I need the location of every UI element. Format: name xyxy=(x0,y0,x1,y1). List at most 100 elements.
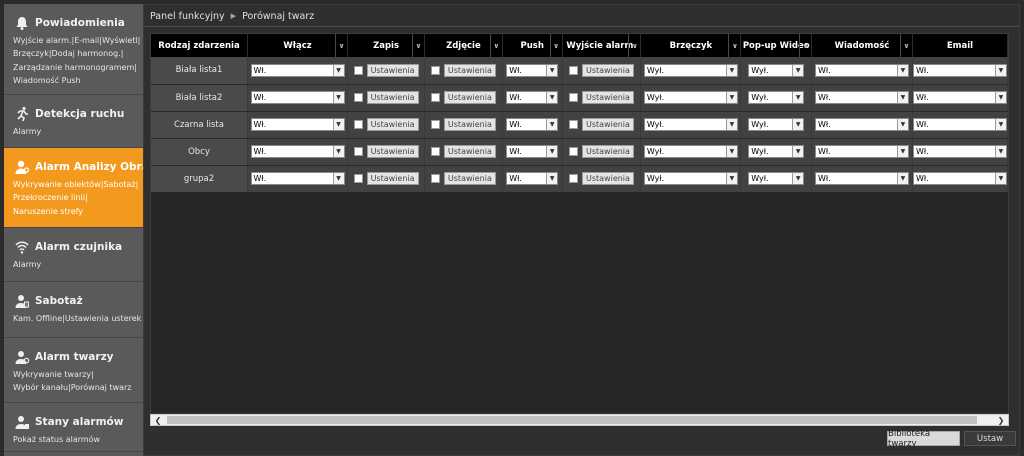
column-header[interactable]: Wyjście alarm. ∨ xyxy=(562,34,642,57)
message-select[interactable]: Wł. ▼ xyxy=(814,172,909,185)
column-header[interactable]: Pop-up Wideo ∨ xyxy=(740,34,812,57)
chevron-down-icon[interactable]: ∨ xyxy=(335,34,347,57)
sidebar-section-header[interactable]: Alarm Analizy Obrazu xyxy=(13,156,162,178)
chevron-down-icon[interactable]: ▼ xyxy=(792,64,804,76)
chevron-down-icon[interactable]: ▼ xyxy=(792,173,804,184)
sidebar-link[interactable]: Zarządzanie harmonogramem| xyxy=(13,61,141,74)
snapshot-settings-button[interactable]: Ustawienia xyxy=(443,145,496,158)
sidebar-section-2[interactable]: Detekcja ruchu Alarmy xyxy=(4,95,143,148)
sidebar-link[interactable]: Wykrywanie twarzy| xyxy=(13,368,141,381)
chevron-down-icon[interactable]: ▼ xyxy=(994,92,1006,103)
sidebar-section-6[interactable]: Alarm twarzy Wykrywanie twarzy| Wybór kana… xyxy=(4,338,143,403)
chevron-down-icon[interactable]: ▼ xyxy=(725,92,737,103)
face-library-button[interactable]: Biblioteka twarzy xyxy=(887,429,960,449)
scrollbar-thumb[interactable] xyxy=(167,416,977,424)
chevron-down-icon[interactable]: ▼ xyxy=(546,119,558,130)
sidebar-section-1[interactable]: Powiadomienia Wyjście alarm.|E-mail|Wyświ… xyxy=(4,4,143,95)
chevron-down-icon[interactable]: ▼ xyxy=(332,92,344,103)
chevron-down-icon[interactable]: ▼ xyxy=(896,92,908,103)
chevron-down-icon[interactable]: ▼ xyxy=(546,92,558,103)
alarm-out-settings-button[interactable]: Ustawienia xyxy=(581,118,634,131)
snapshot-settings-button[interactable]: Ustawienia xyxy=(443,91,496,104)
sidebar-link[interactable]: Wykrywanie obiektów|Sabotaż| xyxy=(13,178,141,191)
chevron-down-icon[interactable]: ∨ xyxy=(489,34,502,57)
scroll-right-icon[interactable]: ❯ xyxy=(994,415,1008,425)
record-checkbox[interactable] xyxy=(353,174,363,183)
alarm-out-checkbox[interactable] xyxy=(568,147,578,156)
sidebar-section-header[interactable]: Alarm czujnika xyxy=(13,236,122,258)
sidebar-section-7[interactable]: Stany alarmów Pokaż status alarmów xyxy=(4,403,143,452)
chevron-down-icon[interactable]: ∨ xyxy=(728,34,740,57)
column-header[interactable]: Push ∨ xyxy=(502,34,563,57)
chevron-down-icon[interactable]: ▼ xyxy=(725,146,737,157)
chevron-down-icon[interactable]: ▼ xyxy=(896,173,908,184)
chevron-down-icon[interactable]: ▼ xyxy=(792,92,804,103)
record-settings-button[interactable]: Ustawienia xyxy=(366,63,419,77)
push-select[interactable]: Wł. ▼ xyxy=(506,145,559,158)
chevron-down-icon[interactable]: ▼ xyxy=(332,173,344,184)
chevron-down-icon[interactable]: ▼ xyxy=(896,146,908,157)
record-checkbox[interactable] xyxy=(353,65,363,75)
alarm-out-settings-button[interactable]: Ustawienia xyxy=(581,63,634,77)
buzzer-select[interactable]: Wył. ▼ xyxy=(643,172,738,185)
alarm-out-settings-button[interactable]: Ustawienia xyxy=(581,172,634,185)
snapshot-checkbox[interactable] xyxy=(430,147,440,156)
alarm-out-checkbox[interactable] xyxy=(568,174,578,183)
record-checkbox[interactable] xyxy=(353,120,363,129)
enable-select[interactable]: Wł. ▼ xyxy=(250,91,345,104)
sidebar-link[interactable]: Wybór kanału|Porównaj twarz xyxy=(13,381,141,394)
chevron-down-icon[interactable]: ▼ xyxy=(725,64,737,76)
sidebar-section-header[interactable]: Detekcja ruchu xyxy=(13,103,124,125)
buzzer-select[interactable]: Wył. ▼ xyxy=(643,118,738,131)
column-header[interactable]: Zdjęcie ∨ xyxy=(424,34,503,57)
chevron-down-icon[interactable]: ▼ xyxy=(332,119,344,130)
chevron-down-icon[interactable]: ∨ xyxy=(798,34,811,57)
enable-select[interactable]: Wł. ▼ xyxy=(250,145,345,158)
chevron-down-icon[interactable]: ▼ xyxy=(792,119,804,130)
snapshot-settings-button[interactable]: Ustawienia xyxy=(443,118,496,131)
snapshot-checkbox[interactable] xyxy=(430,93,440,102)
buzzer-select[interactable]: Wył. ▼ xyxy=(643,91,738,104)
sidebar-section-header[interactable]: Sabotaż xyxy=(13,290,83,312)
popup-select[interactable]: Wył. ▼ xyxy=(748,172,805,185)
alarm-out-checkbox[interactable] xyxy=(568,65,578,75)
sidebar-link[interactable]: Naruszenie strefy xyxy=(13,205,141,218)
chevron-down-icon[interactable]: ▼ xyxy=(546,173,558,184)
breadcrumb-root[interactable]: Panel funkcyjny xyxy=(150,11,225,22)
buzzer-select[interactable]: Wył. ▼ xyxy=(643,63,738,77)
record-settings-button[interactable]: Ustawienia xyxy=(366,118,419,131)
chevron-down-icon[interactable]: ∨ xyxy=(549,34,562,57)
chevron-down-icon[interactable]: ▼ xyxy=(994,119,1006,130)
chevron-down-icon[interactable]: ▼ xyxy=(792,146,804,157)
sidebar-section-header[interactable]: Powiadomienia xyxy=(13,12,125,34)
message-select[interactable]: Wł. ▼ xyxy=(814,91,909,104)
sidebar-link[interactable]: Wiadomość Push xyxy=(13,74,141,87)
popup-select[interactable]: Wył. ▼ xyxy=(748,63,805,77)
apply-button[interactable]: Ustaw xyxy=(964,431,1016,446)
snapshot-checkbox[interactable] xyxy=(430,65,440,75)
chevron-down-icon[interactable]: ∨ xyxy=(899,34,912,57)
message-select[interactable]: Wł. ▼ xyxy=(814,63,909,77)
sidebar-link[interactable]: Alarmy xyxy=(13,258,141,271)
chevron-down-icon[interactable]: ∨ xyxy=(628,34,640,57)
alarm-out-checkbox[interactable] xyxy=(568,120,578,129)
email-select[interactable]: Wł. ▼ xyxy=(912,145,1007,158)
chevron-down-icon[interactable]: ▼ xyxy=(994,146,1006,157)
chevron-down-icon[interactable]: ▼ xyxy=(546,146,558,157)
sidebar-link[interactable]: Brzęczyk|Dodaj harmonog.| xyxy=(13,47,141,60)
record-settings-button[interactable]: Ustawienia xyxy=(366,145,419,158)
alarm-out-checkbox[interactable] xyxy=(568,93,578,102)
snapshot-checkbox[interactable] xyxy=(430,120,440,129)
column-header[interactable]: Brzęczyk ∨ xyxy=(640,34,742,57)
chevron-down-icon[interactable]: ▼ xyxy=(896,119,908,130)
email-select[interactable]: Wł. ▼ xyxy=(912,63,1007,77)
sidebar-section-3[interactable]: Alarm Analizy Obrazu Wykrywanie obiektów|… xyxy=(4,148,162,228)
push-select[interactable]: Wł. ▼ xyxy=(506,91,559,104)
column-header[interactable]: Email xyxy=(912,34,1008,57)
horizontal-scrollbar[interactable]: ❮ ❯ xyxy=(150,414,1009,426)
sidebar-link[interactable]: Kam. Offline|Ustawienia usterek xyxy=(13,312,141,325)
chevron-down-icon[interactable]: ▼ xyxy=(546,64,558,76)
chevron-down-icon[interactable]: ▼ xyxy=(725,119,737,130)
alarm-out-settings-button[interactable]: Ustawienia xyxy=(581,91,634,104)
snapshot-checkbox[interactable] xyxy=(430,174,440,183)
